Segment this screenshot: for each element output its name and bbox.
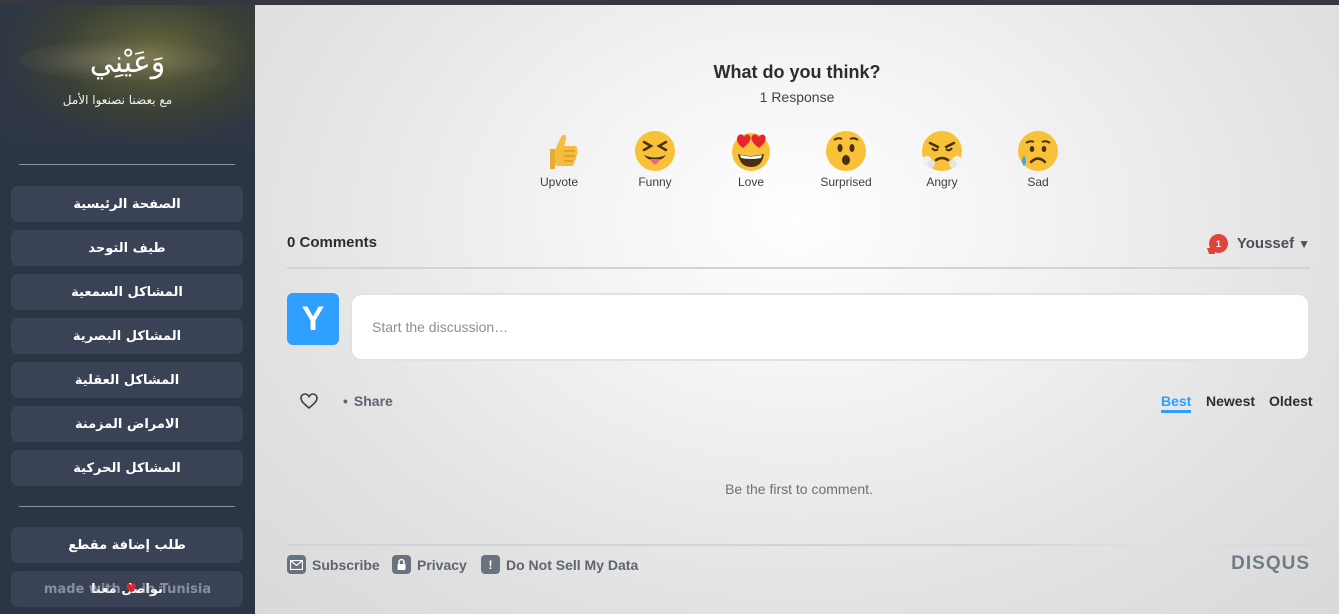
nav-mental[interactable]: المشاكل العقلية [11, 362, 243, 398]
footer-divider [287, 544, 1310, 546]
empty-comments-message: Be the first to comment. [725, 481, 873, 497]
disqus-panel: What do you think? 1 Response Upvote Fun… [255, 5, 1339, 614]
lock-icon [392, 555, 411, 574]
reaction-label: Love [737, 175, 765, 189]
chevron-down-icon[interactable]: ▼ [1298, 237, 1310, 251]
squinting-tongue-face-icon [635, 131, 675, 171]
reaction-sad[interactable]: Sad [998, 129, 1078, 189]
share-button[interactable]: • Share [343, 393, 393, 409]
sad-sweat-face-icon [1018, 131, 1058, 171]
heart-icon: ♥ [125, 582, 137, 597]
do-not-sell-link[interactable]: ! Do Not Sell My Data [481, 555, 638, 574]
nav-visual[interactable]: المشاكل البصرية [11, 318, 243, 354]
hushed-face-icon [826, 131, 866, 171]
comments-count: 0 Comments [287, 234, 378, 251]
responses-count: 1 Response [759, 89, 835, 105]
reaction-label: Surprised [820, 175, 872, 189]
sort-newest[interactable]: Newest [1206, 393, 1255, 409]
privacy-link[interactable]: Privacy [392, 555, 467, 574]
sidebar-divider [19, 506, 235, 507]
thumbs-up-icon [550, 134, 578, 169]
made-with-suffix: in Tunisia [141, 582, 212, 597]
notification-badge[interactable]: 1 [1208, 234, 1228, 253]
reaction-label: Funny [638, 175, 672, 189]
do-not-sell-label: Do Not Sell My Data [506, 556, 639, 573]
heart-icon[interactable] [299, 392, 319, 410]
avatar[interactable]: Y [287, 293, 339, 345]
privacy-label: Privacy [417, 556, 467, 573]
comments-divider [287, 267, 1310, 269]
reaction-angry[interactable]: Angry [902, 129, 982, 189]
steam-face-icon [922, 131, 962, 171]
user-name[interactable]: Youssef [1237, 235, 1294, 252]
subscribe-label: Subscribe [312, 556, 380, 573]
heart-eyes-face-icon [732, 133, 770, 171]
nav-chronic[interactable]: الامراض المزمنة [11, 406, 243, 442]
request-clip-button[interactable]: طلب إضافة مقطع [11, 527, 243, 563]
subscribe-link[interactable]: Subscribe [287, 555, 380, 574]
bullet-icon: • [343, 393, 348, 409]
reaction-funny[interactable]: Funny [615, 129, 695, 189]
made-with-credit: made with ♥ in Tunisia [0, 582, 255, 597]
alert-icon: ! [481, 555, 500, 574]
sidebar: وَعَيْنِي مع بعضنا نصنعوا الأمل الصفحة ا… [0, 5, 255, 614]
nav-hearing[interactable]: المشاكل السمعية [11, 274, 243, 310]
site-tagline: مع بعضنا نصنعوا الأمل [62, 93, 173, 107]
made-with-prefix: made with [43, 582, 121, 597]
reaction-label: Upvote [539, 175, 579, 189]
reaction-upvote[interactable]: Upvote [519, 129, 599, 189]
sort-best[interactable]: Best [1161, 393, 1192, 413]
nav-motor[interactable]: المشاكل الحركية [11, 450, 243, 486]
nav-autism[interactable]: طيف التوحد [11, 230, 243, 266]
nav-home[interactable]: الصفحة الرئيسية [11, 186, 243, 222]
reactions-question: What do you think? [713, 62, 881, 82]
reaction-label: Sad [1027, 175, 1049, 189]
share-label: Share [353, 393, 393, 409]
user-menu[interactable]: 1 Youssef ▼ [1208, 234, 1310, 253]
reaction-label: Angry [926, 175, 958, 189]
sort-oldest[interactable]: Oldest [1269, 393, 1313, 409]
site-logo-title[interactable]: وَعَيْنِي [0, 45, 255, 80]
reaction-love[interactable]: Love [711, 129, 791, 189]
sidebar-divider [19, 164, 235, 165]
reaction-surprised[interactable]: Surprised [806, 129, 886, 189]
comment-input[interactable]: Start the discussion… [350, 293, 1310, 361]
disqus-logo[interactable]: DISQUS [1231, 553, 1310, 575]
envelope-icon [287, 555, 306, 574]
